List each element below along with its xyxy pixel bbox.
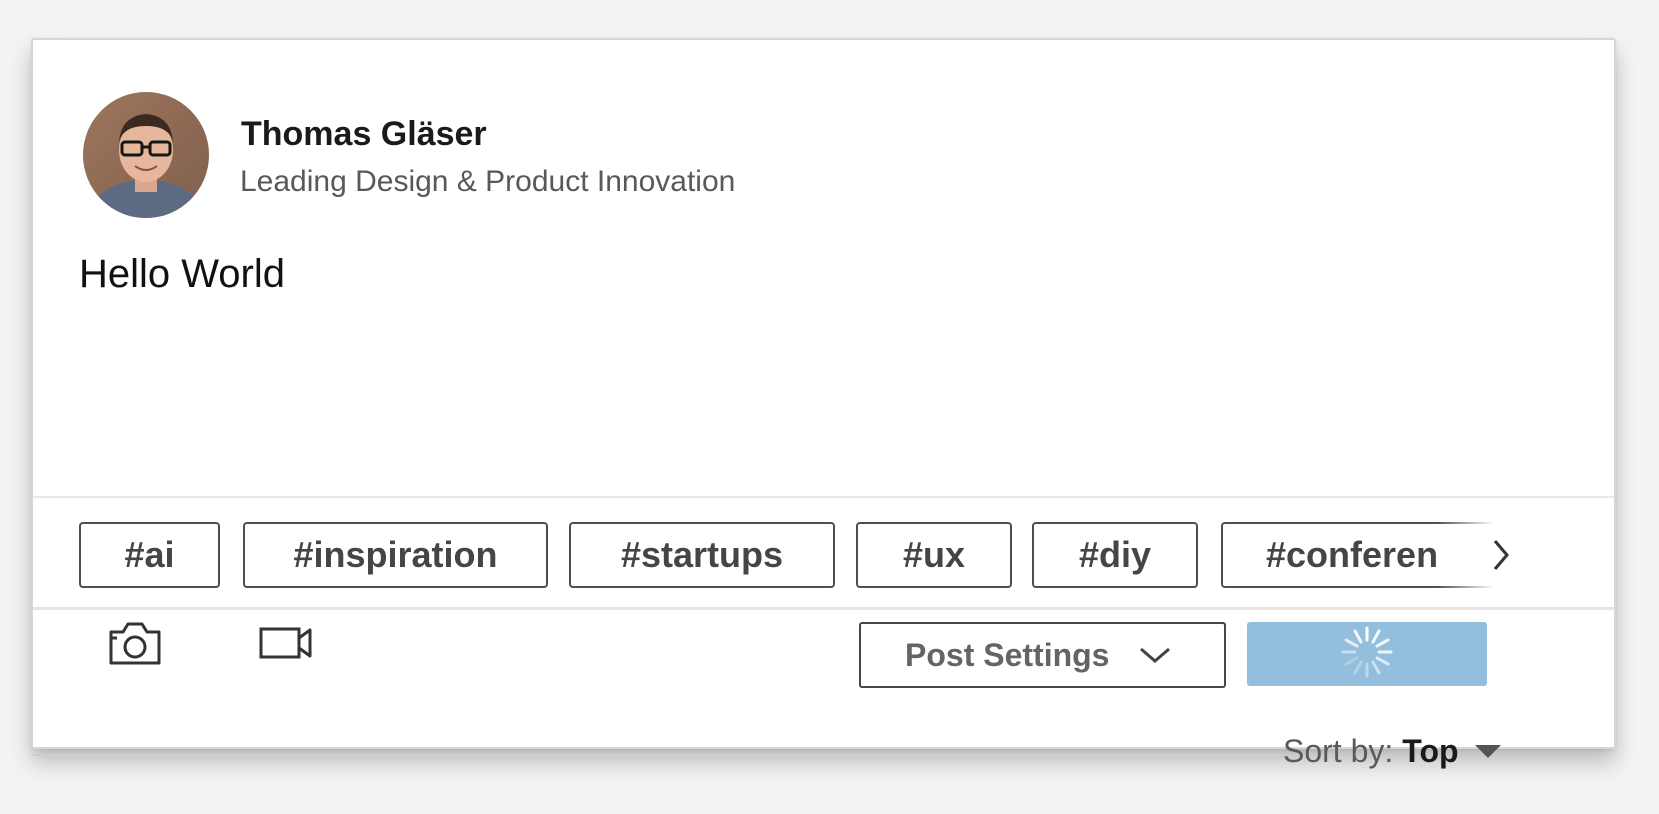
post-text-input[interactable]: Hello World [79,252,1559,492]
hashtag-suggestions-bar: #ai #inspiration #startups #ux #diy #con… [33,496,1614,610]
hashtag-chip-ai[interactable]: #ai [79,522,220,588]
chevron-down-icon [1137,645,1173,665]
post-settings-button[interactable]: Post Settings [859,622,1226,688]
hashtag-list: #ai #inspiration #startups #ux #diy #con… [79,522,1509,592]
avatar[interactable] [83,92,209,218]
post-button[interactable] [1247,622,1487,686]
feed-divider [31,754,1278,756]
caret-down-icon [1473,743,1503,759]
post-composer-card: Thomas Gläser Leading Design & Product I… [31,38,1616,749]
sort-by-value: Top [1402,732,1459,769]
hashtag-chip-ux[interactable]: #ux [856,522,1012,588]
chevron-right-icon[interactable] [1483,522,1519,588]
sort-by-label: Sort by: [1283,732,1394,769]
camera-icon[interactable] [107,618,163,673]
author-name[interactable]: Thomas Gläser [241,115,487,154]
hashtag-chip-diy[interactable]: #diy [1032,522,1198,588]
hashtag-chip-startups[interactable]: #startups [569,522,835,588]
loading-spinner-icon [1339,624,1395,685]
sort-by-dropdown[interactable]: Sort by: Top [1283,730,1503,772]
hashtag-chip-inspiration[interactable]: #inspiration [243,522,548,588]
video-icon[interactable] [258,618,316,673]
post-settings-label: Post Settings [905,636,1110,673]
author-headline: Leading Design & Product Innovation [240,165,736,198]
